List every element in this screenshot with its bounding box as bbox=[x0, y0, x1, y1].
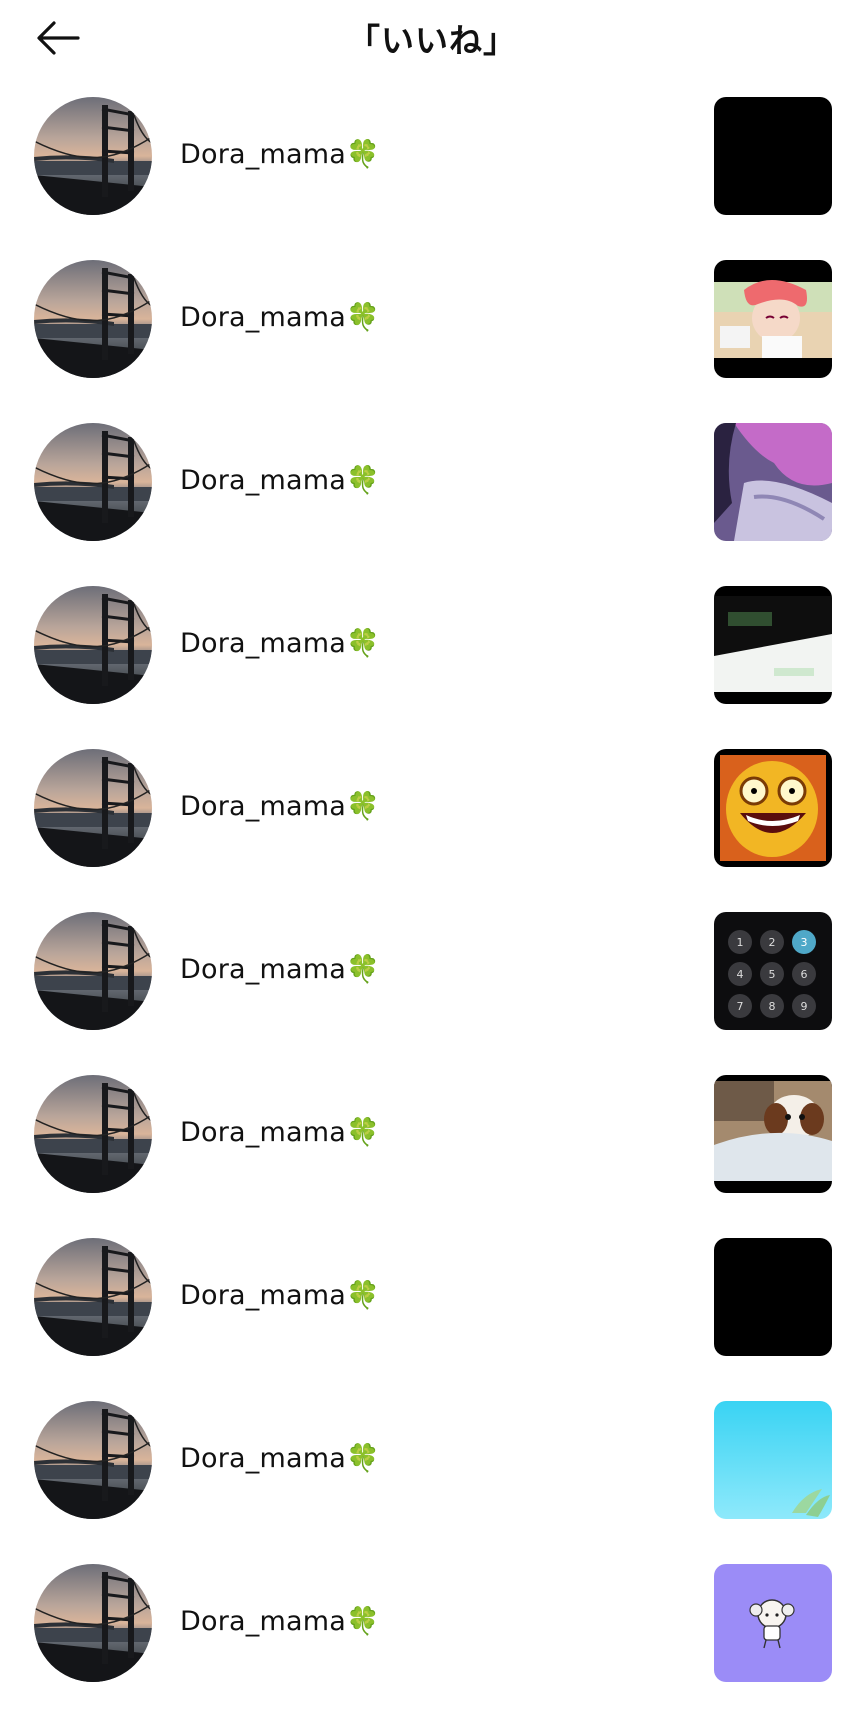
username[interactable]: Dora_mama🍀 bbox=[180, 1279, 380, 1311]
username[interactable]: Dora_mama🍀 bbox=[180, 464, 380, 496]
avatar[interactable] bbox=[34, 423, 152, 541]
post-thumbnail[interactable] bbox=[714, 749, 832, 867]
list-item: Dora_mama🍀 bbox=[0, 579, 864, 742]
list-item: Dora_mama🍀 bbox=[0, 253, 864, 416]
username[interactable]: Dora_mama🍀 bbox=[180, 138, 380, 170]
avatar[interactable] bbox=[34, 97, 152, 215]
list-item: Dora_mama🍀 bbox=[0, 1394, 864, 1557]
username[interactable]: Dora_mama🍀 bbox=[180, 1116, 380, 1148]
list-item: Dora_mama🍀 bbox=[0, 1557, 864, 1720]
header-bar: 「いいね」 bbox=[0, 0, 864, 76]
avatar[interactable] bbox=[34, 912, 152, 1030]
svg-text:3: 3 bbox=[801, 936, 808, 949]
list-item: Dora_mama🍀 bbox=[0, 1231, 864, 1394]
post-thumbnail[interactable]: 1 2 3 4 5 6 7 8 9 bbox=[714, 912, 832, 1030]
username[interactable]: Dora_mama🍀 bbox=[180, 301, 380, 333]
svg-text:1: 1 bbox=[737, 936, 744, 949]
list-item: Dora_mama🍀 1 2 3 4 5 6 7 8 9 bbox=[0, 905, 864, 1068]
page-title: 「いいね」 bbox=[347, 21, 517, 60]
svg-text:6: 6 bbox=[801, 968, 808, 981]
post-thumbnail[interactable] bbox=[714, 260, 832, 378]
svg-text:5: 5 bbox=[769, 968, 776, 981]
username[interactable]: Dora_mama🍀 bbox=[180, 953, 380, 985]
post-thumbnail[interactable] bbox=[714, 1075, 832, 1193]
list-item: Dora_mama🍀 bbox=[0, 90, 864, 253]
post-thumbnail[interactable] bbox=[714, 97, 832, 215]
post-thumbnail[interactable] bbox=[714, 1238, 832, 1356]
post-thumbnail[interactable] bbox=[714, 1564, 832, 1682]
post-thumbnail[interactable] bbox=[714, 1401, 832, 1519]
post-thumbnail[interactable] bbox=[714, 423, 832, 541]
avatar[interactable] bbox=[34, 749, 152, 867]
avatar[interactable] bbox=[34, 1401, 152, 1519]
avatar[interactable] bbox=[34, 1564, 152, 1682]
avatar[interactable] bbox=[34, 260, 152, 378]
svg-text:7: 7 bbox=[737, 1000, 744, 1013]
username[interactable]: Dora_mama🍀 bbox=[180, 627, 380, 659]
avatar[interactable] bbox=[34, 1075, 152, 1193]
post-thumbnail[interactable] bbox=[714, 586, 832, 704]
avatar[interactable] bbox=[34, 1238, 152, 1356]
username[interactable]: Dora_mama🍀 bbox=[180, 790, 380, 822]
username[interactable]: Dora_mama🍀 bbox=[180, 1605, 380, 1637]
avatar[interactable] bbox=[34, 586, 152, 704]
list-item: Dora_mama🍀 bbox=[0, 416, 864, 579]
list-item: Dora_mama🍀 bbox=[0, 1068, 864, 1231]
svg-text:8: 8 bbox=[769, 1000, 776, 1013]
likes-list: Dora_mama🍀 Dora_mama🍀 Dora_mama🍀 Dora_ma… bbox=[0, 90, 864, 1720]
username[interactable]: Dora_mama🍀 bbox=[180, 1442, 380, 1474]
svg-text:9: 9 bbox=[801, 1000, 808, 1013]
svg-text:4: 4 bbox=[737, 968, 744, 981]
list-item: Dora_mama🍀 bbox=[0, 742, 864, 905]
svg-text:2: 2 bbox=[769, 936, 776, 949]
